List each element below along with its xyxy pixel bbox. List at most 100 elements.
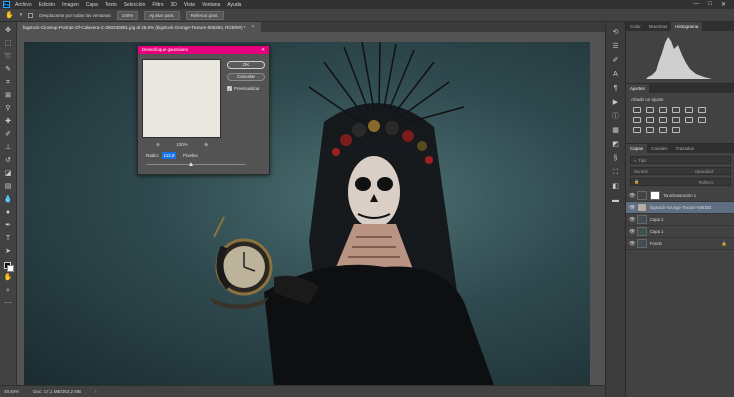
layer-row[interactable]: 👁 Capa 2: [626, 214, 734, 226]
layer-comps-icon[interactable]: ◧: [611, 182, 620, 191]
exposure-icon[interactable]: [672, 107, 680, 113]
channel-mixer-icon[interactable]: [672, 117, 680, 123]
cancel-button[interactable]: Cancelar: [227, 73, 265, 81]
healing-icon[interactable]: ✚: [4, 117, 13, 126]
brush-icon[interactable]: ✐: [4, 130, 13, 139]
dodge-icon[interactable]: ●: [4, 208, 13, 217]
scroll-all-windows-checkbox[interactable]: [28, 12, 34, 18]
color-lookup-icon[interactable]: [685, 117, 693, 123]
hand-icon[interactable]: ✋: [4, 273, 13, 282]
levels-icon[interactable]: [646, 107, 654, 113]
layer-name[interactable]: bigstock-Grunge-Texture-606383: [650, 205, 711, 210]
visibility-eye-icon[interactable]: 👁: [629, 193, 635, 199]
close-tab-icon[interactable]: ×: [252, 24, 255, 30]
vibrance-icon[interactable]: [685, 107, 693, 113]
paragraph-panel-icon[interactable]: ¶: [611, 84, 620, 93]
layer-name[interactable]: Capa 2: [650, 217, 664, 222]
brush-settings-icon[interactable]: ✐: [611, 56, 620, 65]
type-icon[interactable]: T: [4, 234, 13, 243]
lock-icon[interactable]: 🔒: [634, 179, 639, 185]
layer-row[interactable]: 👁 Capa 1: [626, 226, 734, 238]
layer-thumbnail[interactable]: [637, 215, 647, 224]
ok-button[interactable]: OK: [227, 61, 265, 69]
menu-archivo[interactable]: Archivo: [15, 2, 32, 8]
layer-row[interactable]: 👁 Fondo 🔒: [626, 238, 734, 250]
maximize-button[interactable]: □: [708, 1, 712, 8]
menu-imagen[interactable]: Imagen: [62, 2, 79, 8]
hue-saturation-icon[interactable]: [698, 107, 706, 113]
tab-channels[interactable]: Canales: [647, 144, 672, 153]
glyphs-panel-icon[interactable]: §: [611, 154, 620, 163]
tab-color[interactable]: Color: [626, 22, 645, 31]
invert-icon[interactable]: [698, 117, 706, 123]
eraser-icon[interactable]: ◪: [4, 169, 13, 178]
preview-checkbox[interactable]: ✓: [227, 86, 232, 91]
timeline-panel-icon[interactable]: ▬: [611, 196, 620, 205]
blur-preview-pane[interactable]: [142, 59, 221, 138]
curves-icon[interactable]: [659, 107, 667, 113]
properties-panel-icon[interactable]: ☰: [611, 42, 620, 51]
background-color-swatch[interactable]: [7, 265, 14, 272]
tab-swatches[interactable]: Muestras: [645, 22, 672, 31]
layer-mask-thumbnail[interactable]: [650, 191, 660, 200]
radius-input[interactable]: 112,9: [162, 152, 177, 159]
actions-panel-icon[interactable]: ▶: [611, 98, 620, 107]
menu-ayuda[interactable]: Ayuda: [227, 2, 241, 8]
quick-select-icon[interactable]: ✎: [4, 65, 13, 74]
pen-icon[interactable]: ✒: [4, 221, 13, 230]
selective-color-icon[interactable]: [672, 127, 680, 133]
tool-preset-chevron-icon[interactable]: ▾: [20, 12, 23, 18]
visibility-eye-icon[interactable]: 👁: [629, 217, 635, 223]
canvas-area[interactable]: [17, 32, 605, 385]
photo-filter-icon[interactable]: [659, 117, 667, 123]
zoom-in-icon[interactable]: ⊕: [204, 142, 208, 148]
menu-capa[interactable]: Capa: [86, 2, 98, 8]
fit-screen-button[interactable]: Ajustar pant.: [144, 10, 180, 20]
layer-name[interactable]: Tono/saturación 1: [663, 193, 696, 198]
lasso-icon[interactable]: ➰: [4, 52, 13, 61]
visibility-eye-icon[interactable]: 👁: [629, 205, 635, 211]
history-panel-icon[interactable]: ⟲: [611, 28, 620, 37]
marquee-icon[interactable]: ⬚: [4, 39, 13, 48]
swatches-panel-icon[interactable]: ▦: [611, 126, 620, 135]
menu-vista[interactable]: Vista: [184, 2, 195, 8]
layer-thumbnail[interactable]: [637, 239, 647, 248]
layer-thumbnail[interactable]: [637, 203, 647, 212]
path-select-icon[interactable]: ➤: [4, 247, 13, 256]
layer-name[interactable]: Capa 1: [650, 229, 664, 234]
character-panel-icon[interactable]: A: [611, 70, 620, 79]
layer-row-selected[interactable]: 👁 bigstock-Grunge-Texture-606383: [626, 202, 734, 214]
radius-slider-thumb[interactable]: [189, 162, 193, 166]
eyedropper-icon[interactable]: ⚲: [4, 104, 13, 113]
minimize-button[interactable]: —: [693, 1, 699, 8]
status-doc-info[interactable]: Doc: 17,1 MB/263,2 MB: [33, 389, 81, 394]
color-balance-icon[interactable]: [633, 117, 641, 123]
menu-filtro[interactable]: Filtro: [152, 2, 163, 8]
status-zoom[interactable]: 49,84%: [4, 389, 19, 394]
move-icon[interactable]: ✥: [4, 26, 13, 35]
zoom-out-icon[interactable]: ⊖: [156, 142, 160, 148]
preview-toggle[interactable]: ✓ Previsualizar: [227, 86, 260, 91]
fill-screen-button[interactable]: Rellenar pant.: [185, 10, 224, 20]
crop-icon[interactable]: ⌗: [4, 78, 13, 87]
layer-thumbnail[interactable]: [637, 227, 647, 236]
layer-filter[interactable]: ⌕ Tipo: [630, 156, 731, 164]
threshold-icon[interactable]: [646, 127, 654, 133]
more-tools-icon[interactable]: ⋯: [4, 299, 13, 308]
brightness-contrast-icon[interactable]: [633, 107, 641, 113]
posterize-icon[interactable]: [633, 127, 641, 133]
tab-adjustments[interactable]: Ajustes: [626, 84, 649, 93]
layer-name[interactable]: Fondo: [650, 241, 662, 246]
menu-3d[interactable]: 3D: [171, 2, 177, 8]
menu-seleccion[interactable]: Selección: [124, 2, 146, 8]
status-chevron-icon[interactable]: ›: [95, 389, 97, 394]
stamp-icon[interactable]: ⊥: [4, 143, 13, 152]
visibility-eye-icon[interactable]: 👁: [629, 229, 635, 235]
menu-texto[interactable]: Texto: [105, 2, 117, 8]
navigator-panel-icon[interactable]: ⛶: [611, 168, 620, 177]
tab-paths[interactable]: Trazados: [672, 144, 699, 153]
zoom-100-button[interactable]: 100%: [116, 10, 139, 20]
blend-mode-select[interactable]: Normal: [634, 169, 648, 174]
gradient-icon[interactable]: ▤: [4, 182, 13, 191]
document-image[interactable]: [24, 42, 590, 385]
